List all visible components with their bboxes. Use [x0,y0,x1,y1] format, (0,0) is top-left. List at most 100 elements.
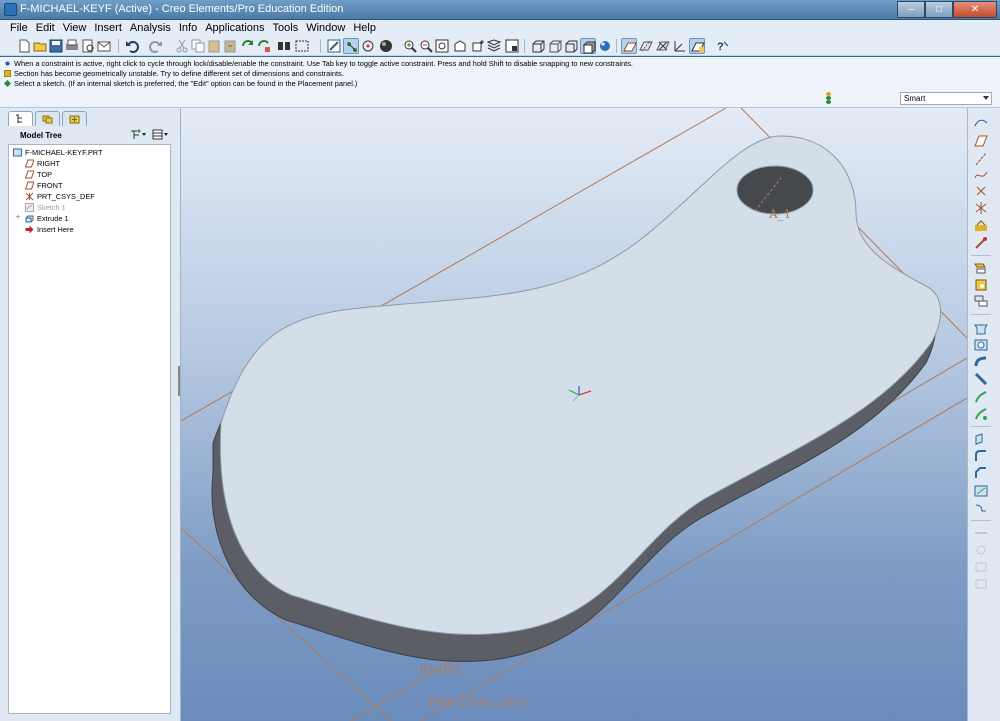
find-icon[interactable] [276,38,292,54]
selection-filter-dropdown[interactable]: Smart [900,92,992,105]
regenerate-icon[interactable] [240,38,256,54]
enhanced-realism-icon[interactable] [597,38,613,54]
print-icon[interactable] [64,38,80,54]
print-preview-icon[interactable] [80,38,96,54]
undo-icon[interactable] [124,38,140,54]
send-mail-icon[interactable] [96,38,112,54]
tree-item-right[interactable]: RIGHT [25,158,60,169]
menu-file[interactable]: File [6,22,32,34]
menu-help[interactable]: Help [349,22,380,34]
datum-planes-icon[interactable] [621,38,637,54]
menu-edit[interactable]: Edit [32,22,59,34]
draft-tool-icon[interactable] [973,432,989,446]
redo-icon[interactable] [148,38,164,54]
zoom-out-icon[interactable] [418,38,434,54]
tree-item-sketch[interactable]: Sketch 1 [25,202,66,213]
toolbar-separator [971,426,991,427]
tab-model-tree[interactable] [8,111,33,126]
context-help-icon[interactable]: ? [714,38,730,54]
csys-tool-icon[interactable] [973,201,989,215]
close-button[interactable]: ✕ [953,1,997,18]
hidden-line-icon[interactable] [547,38,563,54]
new-file-icon[interactable] [16,38,32,54]
select-box-icon[interactable] [294,38,310,54]
menu-analysis[interactable]: Analysis [126,22,175,34]
extend-tool-icon[interactable] [973,560,989,574]
merge-tool-icon[interactable] [973,526,989,540]
menu-applications[interactable]: Applications [201,22,268,34]
menu-tools[interactable]: Tools [269,22,303,34]
offset-tool-icon[interactable] [973,501,989,515]
appearance-icon[interactable] [378,38,394,54]
datum-curve-tool-icon[interactable] [973,168,989,182]
rib-tool-icon[interactable] [973,407,989,421]
thicken-tool-icon[interactable] [973,577,989,591]
copy-feature-icon[interactable] [973,261,989,275]
minimize-button[interactable]: – [897,1,925,18]
refit-icon[interactable] [434,38,450,54]
axis-label[interactable]: A_1 [769,207,791,221]
view-manager-icon[interactable] [504,38,520,54]
datum-plane-label[interactable]: RIGHT [419,663,461,677]
import-tool-icon[interactable] [973,236,989,250]
spin-center-icon[interactable] [343,38,359,54]
datum-point-tool-icon[interactable] [973,184,989,198]
chamfer-tool-icon[interactable] [973,466,989,480]
datum-plane-icon [25,159,34,168]
model-viewport[interactable] [181,108,967,721]
open-folder-icon[interactable] [32,38,48,54]
tab-favorites[interactable] [62,111,87,126]
menu-view[interactable]: View [59,22,91,34]
paste-icon[interactable] [206,38,222,54]
datum-plane-tool-icon[interactable] [973,134,989,148]
trim-tool-icon[interactable] [973,543,989,557]
hole-tool-icon[interactable] [973,372,989,386]
tree-item-front[interactable]: FRONT [25,180,62,191]
maximize-button[interactable]: □ [925,1,953,18]
revolve-tool-icon[interactable] [973,338,989,352]
coordinate-systems-icon[interactable] [672,38,688,54]
tree-item-insert-here[interactable]: Insert Here [25,224,74,235]
show-menu-button[interactable] [130,128,148,140]
saved-views-icon[interactable] [470,38,486,54]
datum-points-icon[interactable] [655,38,671,54]
mirror-tool-icon[interactable] [973,294,989,308]
zoom-in-icon[interactable] [402,38,418,54]
round-tool-icon[interactable] [973,449,989,463]
tree-item-csys[interactable]: PRT_CSYS_DEF [25,191,95,202]
datum-axes-icon[interactable] [638,38,654,54]
menu-insert[interactable]: Insert [90,22,126,34]
tab-folder-browser[interactable] [35,111,60,126]
repaint-icon[interactable] [326,38,342,54]
shading-icon[interactable] [580,38,596,55]
shell-tool-icon[interactable] [973,390,989,404]
expand-icon[interactable]: + [16,214,22,221]
sketch-tool-icon[interactable] [973,116,989,130]
reorient-icon[interactable] [452,38,468,54]
datum-axis-tool-icon[interactable] [973,152,989,166]
extrude-icon [25,215,34,223]
paste-feature-icon[interactable] [973,278,989,292]
copy-icon[interactable] [190,38,206,54]
regen-manager-icon[interactable] [256,38,272,54]
pattern-tool-icon[interactable] [973,484,989,498]
menu-window[interactable]: Window [302,22,349,34]
tree-item-top[interactable]: TOP [25,169,52,180]
layers-icon[interactable] [486,38,502,54]
analysis-tool-icon[interactable] [973,219,989,233]
orient-mode-icon[interactable] [360,38,376,54]
paste-special-icon[interactable] [222,38,238,54]
tree-item-part[interactable]: F-MICHAEL-KEYF.PRT [13,147,102,158]
no-hidden-icon[interactable] [563,38,579,54]
wireframe-icon[interactable] [530,38,546,54]
sweep-tool-icon[interactable] [973,355,989,369]
cut-icon[interactable] [174,38,190,54]
annotation-display-icon[interactable] [689,38,705,54]
graphics-window[interactable]: A_1 RIGHT PRT_CSYS_DEF [181,108,967,721]
csys-label[interactable]: PRT_CSYS_DEF [429,696,526,710]
extrude-tool-icon[interactable] [973,321,989,335]
save-icon[interactable] [48,38,64,54]
tree-item-extrude[interactable]: + Extrude 1 [16,213,69,224]
menu-info[interactable]: Info [175,22,201,34]
tree-columns-button[interactable] [152,128,170,140]
